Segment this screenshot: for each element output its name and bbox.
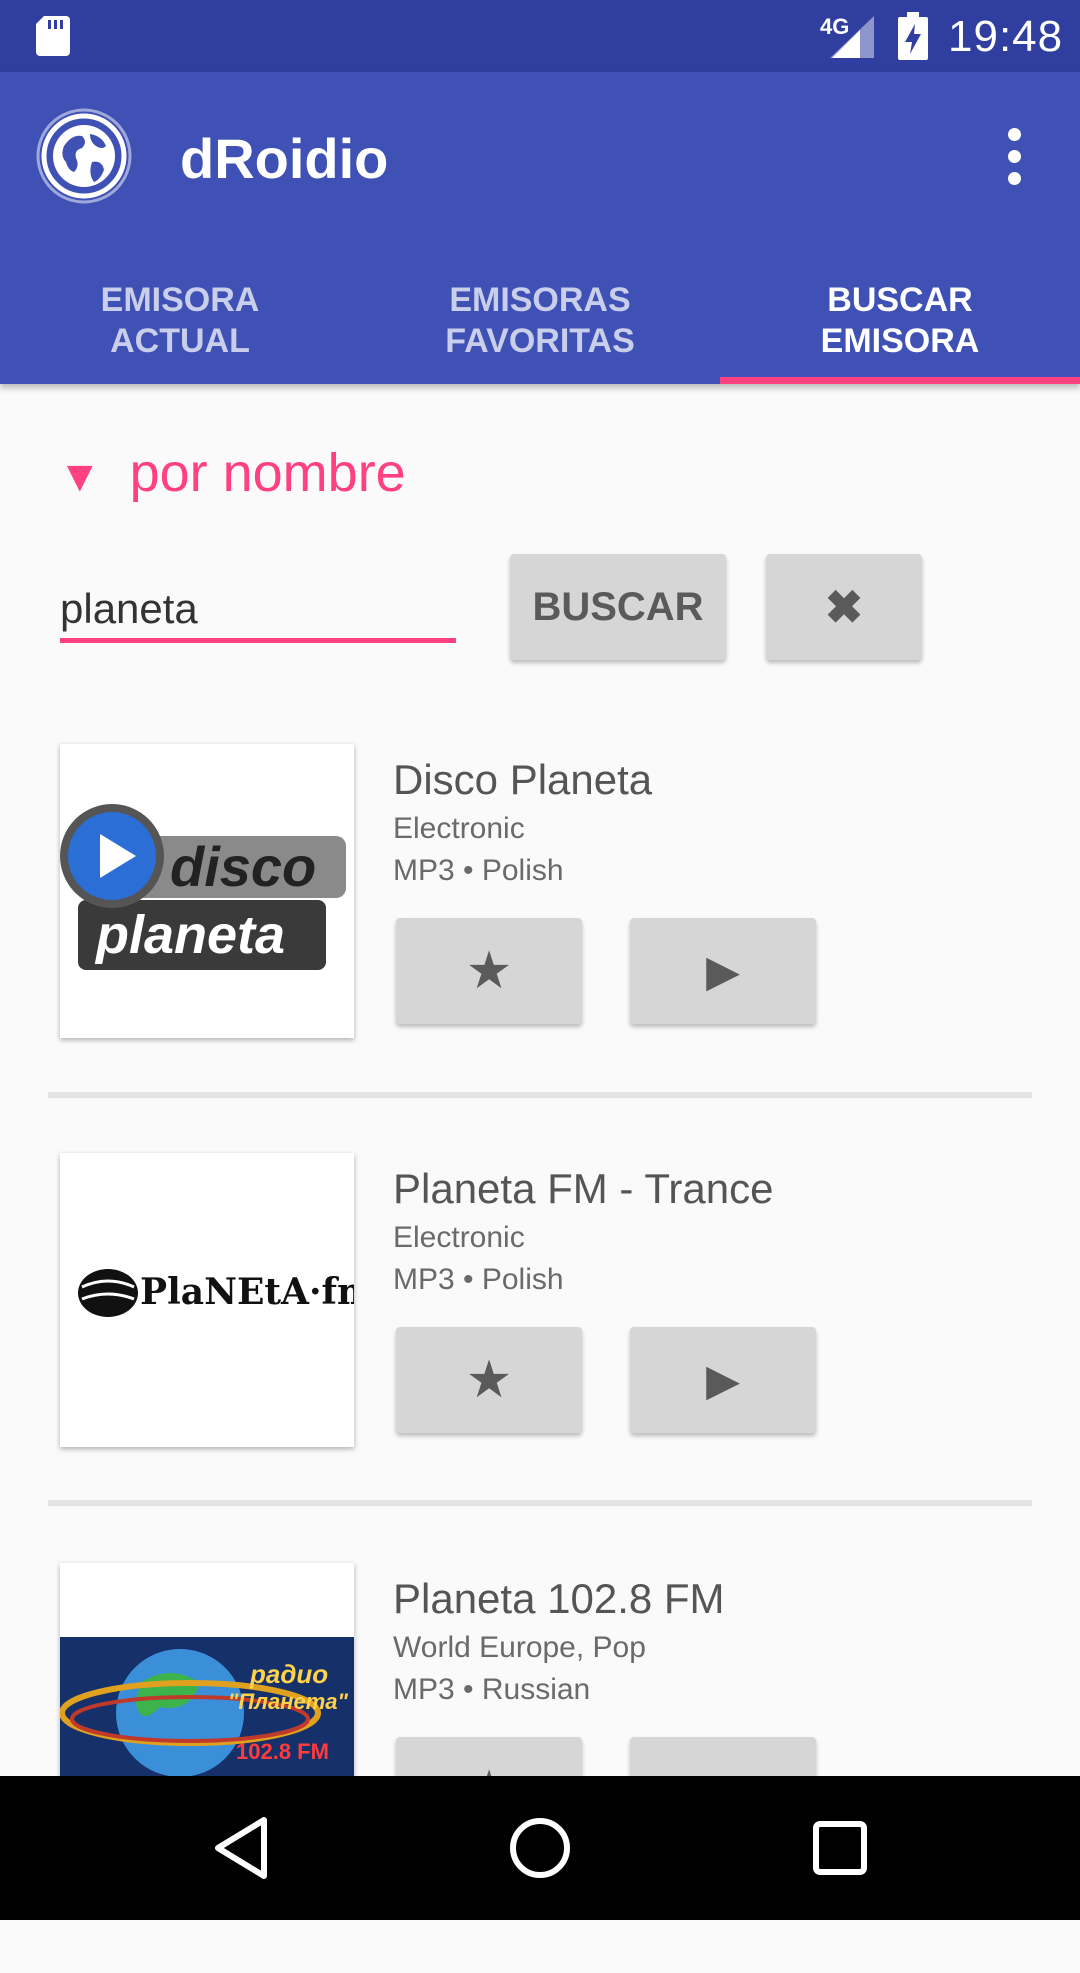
navigation-bar	[0, 1776, 1080, 1920]
station-logo: disco planeta	[60, 744, 354, 1038]
station-meta: MP3 • Polish	[393, 854, 564, 887]
play-icon: ▶	[706, 946, 740, 996]
logo-text: disco	[170, 835, 317, 898]
favorite-button[interactable]: ★	[396, 1327, 582, 1433]
battery-charging-icon	[898, 12, 928, 60]
logo-text: "Планета"	[228, 1689, 348, 1714]
station-name: Planeta FM - Trance	[393, 1165, 774, 1212]
station-logo: PlaNEtA·fm	[60, 1153, 354, 1447]
station-meta: MP3 • Russian	[393, 1673, 591, 1706]
recents-icon[interactable]	[802, 1810, 878, 1886]
play-button[interactable]: ▶	[630, 918, 816, 1024]
station-genre: World Europe, Pop	[393, 1631, 646, 1664]
tab-buscar-emisora[interactable]: BUSCAR EMISORA	[720, 268, 1080, 384]
play-icon: ▶	[706, 1355, 740, 1405]
star-icon: ★	[465, 1351, 513, 1409]
status-bar: 4G 19:48	[0, 0, 1080, 72]
logo-text: радио	[250, 1659, 329, 1689]
sd-card-icon	[36, 16, 70, 56]
search-by-name-toggle[interactable]: ▼ por nombre	[58, 442, 406, 504]
favorite-button[interactable]: ★	[396, 918, 582, 1024]
app-title: dRoidio	[180, 127, 389, 190]
play-button[interactable]: ▶	[630, 1327, 816, 1433]
tab-label: BUSCAR EMISORA	[820, 281, 980, 360]
logo-text: planeta	[96, 905, 286, 965]
star-icon: ★	[465, 942, 513, 1000]
station-name: Planeta 102.8 FM	[393, 1575, 725, 1622]
clock: 19:48	[948, 12, 1064, 61]
tab-emisora-actual[interactable]: EMISORA ACTUAL	[0, 268, 360, 384]
station-genre: Electronic	[393, 812, 525, 845]
app-bar: dRoidio EMISORA ACTUAL EMISORAS FAVORITA…	[0, 72, 1080, 384]
triangle-down-icon: ▼	[58, 452, 102, 501]
station-genre: Electronic	[393, 1221, 525, 1254]
tab-bar: EMISORA ACTUAL EMISORAS FAVORITAS BUSCAR…	[0, 268, 1080, 384]
station-meta: MP3 • Polish	[393, 1263, 564, 1296]
logo-text: 102.8 FM	[236, 1739, 329, 1764]
section-label: por nombre	[129, 443, 406, 503]
more-vert-icon[interactable]	[990, 128, 1038, 188]
back-icon[interactable]	[204, 1810, 280, 1886]
search-input[interactable]	[60, 580, 456, 643]
divider	[48, 1092, 1032, 1098]
tab-label: EMISORAS FAVORITAS	[445, 281, 635, 360]
tab-label: EMISORA ACTUAL	[100, 281, 260, 360]
tab-emisoras-favoritas[interactable]: EMISORAS FAVORITAS	[360, 268, 720, 384]
clear-button[interactable]: ✖	[766, 554, 922, 660]
logo-text: PlaNEtA·fm	[140, 1271, 354, 1313]
divider	[48, 1500, 1032, 1506]
signal-icon	[830, 16, 874, 58]
globe-icon	[36, 108, 132, 204]
search-button[interactable]: BUSCAR	[510, 554, 726, 660]
home-icon[interactable]	[502, 1810, 578, 1886]
station-name: Disco Planeta	[393, 756, 653, 803]
